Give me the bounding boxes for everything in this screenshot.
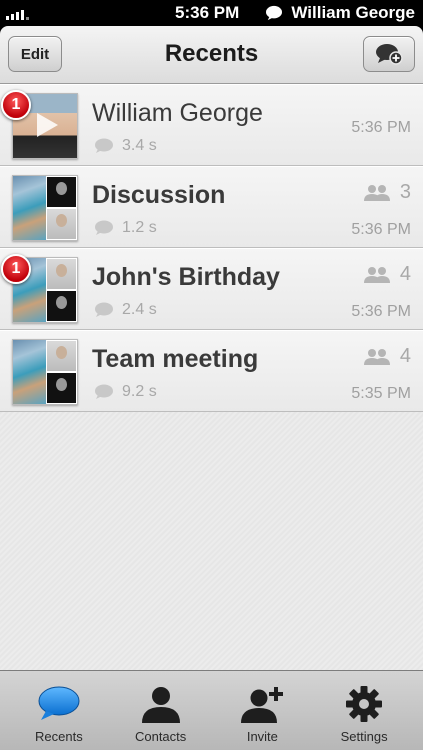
member-photo bbox=[46, 177, 76, 207]
tab-settings[interactable]: Settings bbox=[319, 671, 409, 750]
page-title: Recents bbox=[164, 40, 259, 67]
status-bar: 5:36 PM William George bbox=[0, 0, 423, 26]
speech-bubble-icon bbox=[38, 686, 80, 720]
tab-label: Contacts bbox=[134, 729, 187, 744]
message-duration: 1.2 s bbox=[122, 219, 157, 236]
member-count: 4 bbox=[399, 345, 411, 367]
navigation-bar: Edit Recents bbox=[0, 26, 423, 84]
recents-list: 1 William George 3.4 s 5:36 PM Discussio… bbox=[0, 84, 423, 670]
play-icon bbox=[37, 113, 58, 137]
member-photo bbox=[46, 259, 76, 289]
conversation-time: 5:36 PM bbox=[351, 119, 411, 136]
conversation-title: William George bbox=[92, 99, 263, 127]
message-bubble-icon bbox=[95, 220, 113, 235]
group-photo bbox=[13, 176, 46, 240]
signal-strength-icon bbox=[6, 8, 29, 20]
status-time: 5:36 PM bbox=[175, 3, 240, 22]
message-bubble-icon bbox=[95, 302, 113, 317]
conversation-title: Team meeting bbox=[92, 345, 259, 373]
new-message-icon bbox=[376, 44, 403, 65]
group-members-icon bbox=[363, 266, 390, 283]
member-photo bbox=[46, 373, 76, 403]
tab-invite[interactable]: Invite bbox=[217, 671, 307, 750]
add-person-icon bbox=[241, 687, 284, 723]
person-icon bbox=[141, 687, 180, 723]
member-photo bbox=[46, 209, 76, 239]
list-item[interactable]: 1 John's Birthday 4 2.4 s 5:36 PM bbox=[0, 248, 423, 330]
chat-bubble-icon bbox=[266, 5, 283, 21]
conversation-title: John's Birthday bbox=[92, 263, 280, 291]
tab-label: Invite bbox=[246, 729, 278, 744]
group-photo bbox=[13, 340, 46, 404]
group-members-icon bbox=[363, 184, 390, 201]
member-count: 3 bbox=[399, 181, 411, 203]
tab-contacts[interactable]: Contacts bbox=[116, 671, 206, 750]
gear-icon bbox=[346, 686, 383, 722]
conversation-time: 5:36 PM bbox=[351, 303, 411, 320]
group-thumbnail bbox=[12, 175, 78, 241]
tab-label: Recents bbox=[35, 729, 83, 744]
tab-label: Settings bbox=[340, 729, 388, 744]
list-item[interactable]: Team meeting 4 9.2 s 5:35 PM bbox=[0, 330, 423, 412]
message-bubble-icon bbox=[95, 138, 113, 153]
new-message-button[interactable] bbox=[363, 36, 415, 72]
member-photo bbox=[46, 291, 76, 321]
unread-badge: 1 bbox=[1, 254, 31, 284]
message-bubble-icon bbox=[95, 384, 113, 399]
list-item[interactable]: Discussion 3 1.2 s 5:36 PM bbox=[0, 166, 423, 248]
member-count: 4 bbox=[399, 263, 411, 285]
conversation-time: 5:36 PM bbox=[351, 221, 411, 238]
status-user-name: William George bbox=[291, 3, 415, 22]
conversation-title: Discussion bbox=[92, 181, 226, 209]
member-photo bbox=[46, 341, 76, 371]
tab-recents[interactable]: Recents bbox=[14, 671, 104, 750]
message-duration: 3.4 s bbox=[122, 137, 157, 154]
conversation-time: 5:35 PM bbox=[351, 385, 411, 402]
message-duration: 2.4 s bbox=[122, 301, 157, 318]
list-item[interactable]: 1 William George 3.4 s 5:36 PM bbox=[0, 84, 423, 166]
message-duration: 9.2 s bbox=[122, 383, 157, 400]
tab-bar: Recents Contacts Invite Settings bbox=[0, 670, 423, 750]
group-thumbnail bbox=[12, 339, 78, 405]
unread-badge: 1 bbox=[1, 90, 31, 120]
group-members-icon bbox=[363, 348, 390, 365]
